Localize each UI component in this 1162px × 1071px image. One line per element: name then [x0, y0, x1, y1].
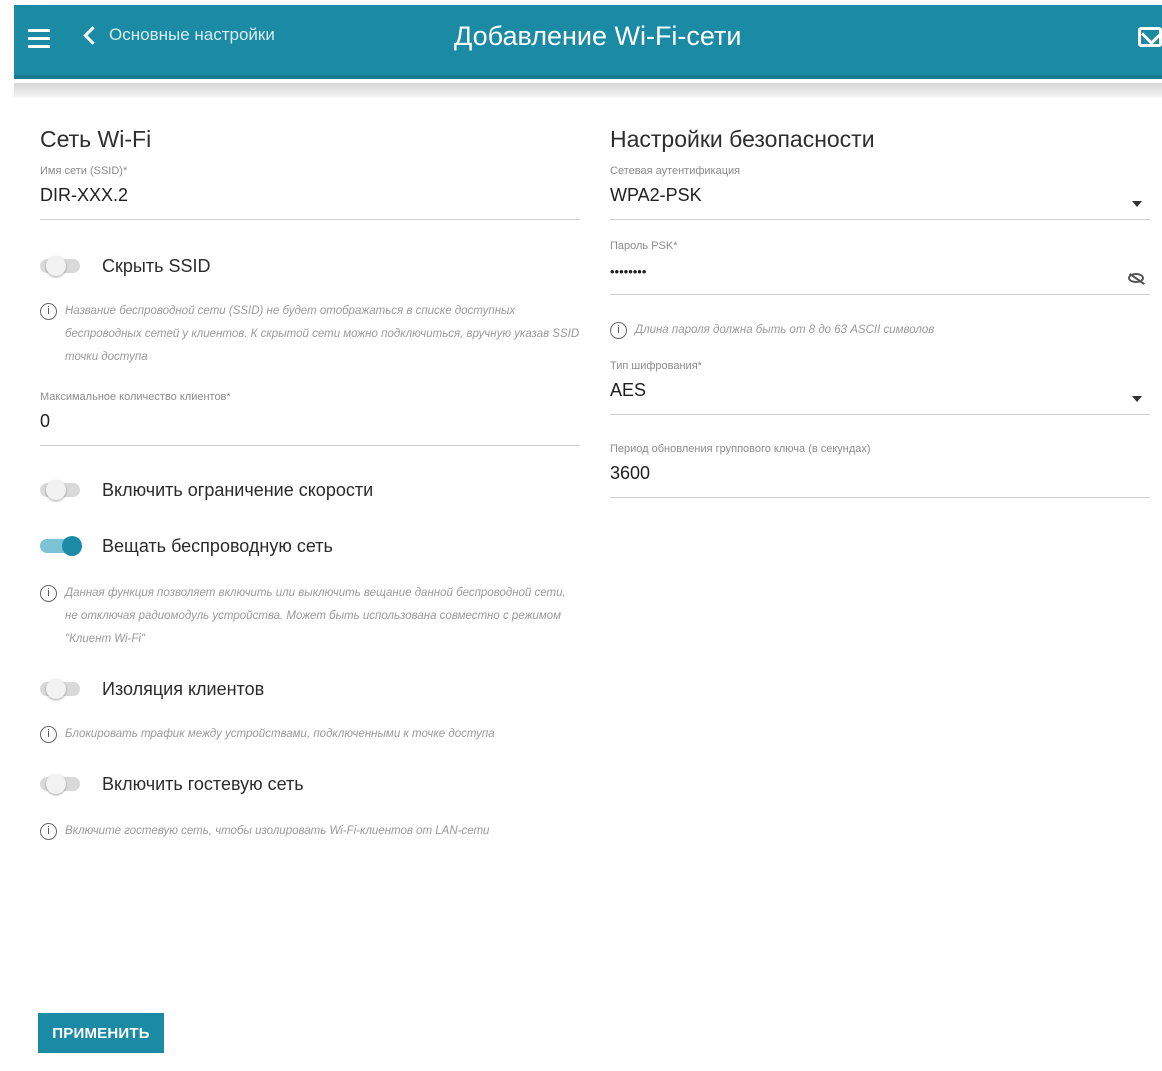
guest-label: Включить гостевую сеть	[102, 773, 304, 794]
info-icon: i	[40, 303, 57, 320]
back-link[interactable]: Основные настройки	[83, 25, 275, 45]
hide-ssid-toggle[interactable]	[40, 256, 80, 276]
group-key-input[interactable]: 3600	[610, 463, 1150, 497]
encryption-label: Тип шифрования*	[610, 360, 702, 372]
group-key-field[interactable]: Период обновления группового ключа (в се…	[610, 443, 1150, 498]
info-icon: i	[610, 322, 627, 339]
hide-ssid-row: Скрыть SSID	[40, 252, 580, 280]
security-section-title: Настройки безопасности	[610, 126, 875, 152]
broadcast-info-text: Данная функция позволяет включить или вы…	[65, 587, 566, 645]
hide-ssid-label: Скрыть SSID	[102, 255, 211, 276]
dropdown-arrow-icon[interactable]	[1132, 201, 1142, 207]
psk-label: Пароль PSK*	[610, 240, 678, 252]
menu-icon[interactable]	[28, 29, 50, 49]
wifi-section-title: Сеть Wi-Fi	[40, 126, 152, 152]
auth-label: Сетевая аутентификация	[610, 165, 741, 177]
back-label: Основные настройки	[109, 25, 275, 44]
ssid-field[interactable]: Имя сети (SSID)* DIR-XXX.2	[40, 165, 580, 220]
max-clients-label: Максимальное количество клиентов*	[40, 391, 231, 403]
wifi-section: Сеть Wi-Fi Имя сети (SSID)* DIR-XXX.2 Ск…	[40, 126, 580, 843]
info-icon: i	[40, 585, 57, 602]
guest-row: Включить гостевую сеть	[40, 770, 580, 798]
header-divider	[14, 83, 1162, 97]
ssid-input[interactable]: DIR-XXX.2	[40, 185, 580, 219]
psk-info-text: Длина пароля должна быть от 8 до 63 ASCI…	[635, 324, 935, 336]
guest-info-text: Включите гостевую сеть, чтобы изолироват…	[65, 825, 490, 837]
broadcast-label: Вещать беспроводную сеть	[102, 535, 333, 556]
guest-toggle[interactable]	[40, 774, 80, 794]
isolation-label: Изоляция клиентов	[102, 678, 265, 699]
ssid-label: Имя сети (SSID)*	[40, 165, 128, 177]
broadcast-toggle[interactable]	[40, 536, 82, 556]
apply-button[interactable]: ПРИМЕНИТЬ	[38, 1013, 164, 1053]
page-title: Добавление Wi-Fi-сети	[454, 21, 742, 51]
max-clients-field[interactable]: Максимальное количество клиентов* 0	[40, 391, 580, 446]
security-section: Настройки безопасности Сетевая аутентифи…	[610, 126, 1150, 498]
isolation-info: i Блокировать трафик между устройствами,…	[40, 723, 580, 746]
eye-off-icon[interactable]	[1128, 273, 1144, 283]
isolation-info-text: Блокировать трафик между устройствами, п…	[65, 728, 495, 740]
guest-info: i Включите гостевую сеть, чтобы изолиров…	[40, 820, 580, 843]
hide-ssid-info: i Название беспроводной сети (SSID) не б…	[40, 300, 580, 369]
dropdown-arrow-icon[interactable]	[1132, 396, 1142, 402]
group-key-label: Период обновления группового ключа (в се…	[610, 443, 871, 455]
isolation-toggle[interactable]	[40, 679, 80, 699]
info-icon: i	[40, 823, 57, 840]
speed-limit-label: Включить ограничение скорости	[102, 479, 374, 500]
max-clients-input[interactable]: 0	[40, 411, 580, 445]
top-header: Основные настройки Добавление Wi-Fi-сети	[14, 5, 1162, 79]
isolation-row: Изоляция клиентов	[40, 675, 580, 703]
speed-limit-toggle[interactable]	[40, 480, 80, 500]
auth-value: WPA2-PSK	[610, 185, 702, 205]
broadcast-row: Вещать беспроводную сеть	[40, 532, 580, 560]
hide-ssid-info-text: Название беспроводной сети (SSID) не буд…	[65, 305, 580, 363]
chevron-left-icon	[83, 25, 102, 45]
mail-icon[interactable]	[1138, 27, 1162, 47]
broadcast-info: i Данная функция позволяет включить или …	[40, 582, 580, 651]
info-icon: i	[40, 726, 57, 743]
encryption-select[interactable]: Тип шифрования* AES	[610, 360, 1150, 415]
speed-limit-row: Включить ограничение скорости	[40, 476, 580, 504]
psk-input[interactable]: ••••••••	[610, 260, 1150, 294]
psk-info: i Длина пароля должна быть от 8 до 63 AS…	[610, 319, 1150, 342]
psk-field[interactable]: Пароль PSK* ••••••••	[610, 240, 1150, 295]
encryption-value: AES	[610, 380, 647, 400]
auth-select[interactable]: Сетевая аутентификация WPA2-PSK	[610, 165, 1150, 220]
